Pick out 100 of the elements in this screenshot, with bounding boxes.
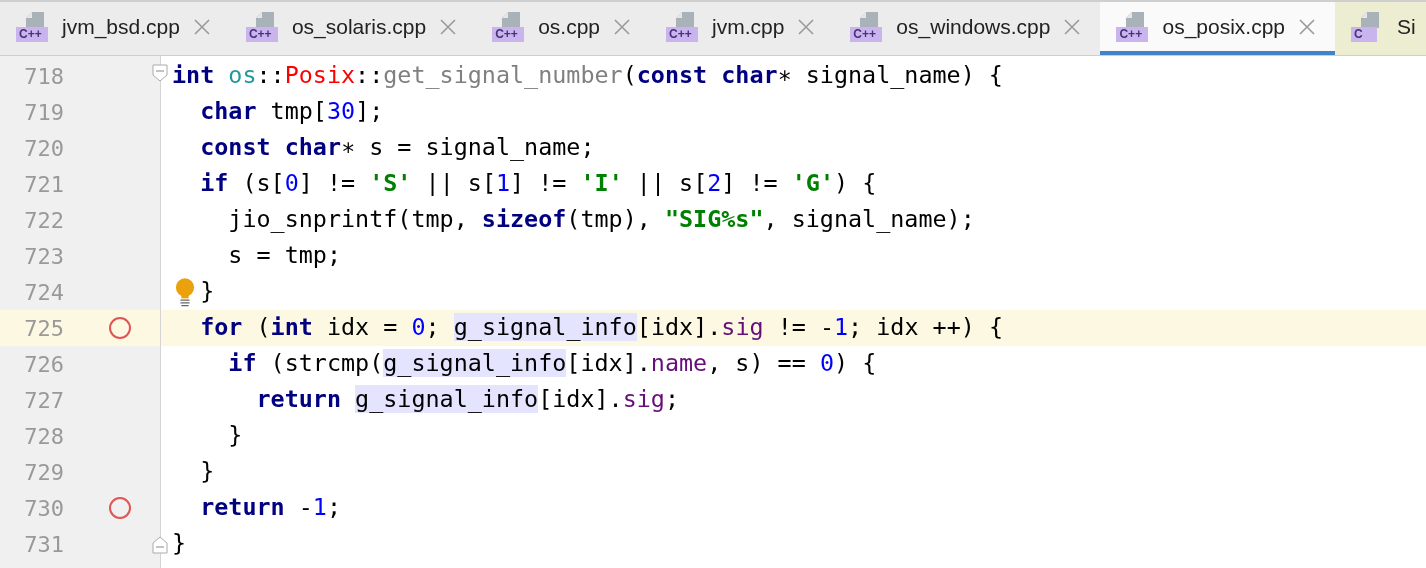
close-icon[interactable] [798, 18, 815, 35]
line-number: 729 [23, 458, 64, 487]
line-number: 725 [23, 314, 64, 343]
code-token: name [650, 349, 708, 378]
line-number: 731 [23, 530, 64, 559]
line-number: 726 [23, 350, 64, 379]
fold-icon[interactable] [152, 64, 168, 82]
code-token: return [256, 385, 342, 414]
code-token: ∗ s = signal_name; [341, 133, 595, 162]
code-token: sig [721, 313, 764, 342]
code-token: ; [326, 493, 342, 522]
line-number: 728 [23, 422, 64, 451]
code-token: - [298, 493, 313, 522]
code-token: jio_snprintf(tmp, [228, 205, 469, 234]
tab-title: os.cpp [538, 13, 600, 40]
code-token: ] != [298, 169, 357, 198]
code-token: tmp[ [270, 97, 327, 126]
code-token: ] != [721, 169, 779, 198]
code-token: (tmp), [566, 205, 652, 234]
code-token: ]; [355, 97, 384, 126]
lightbulb-icon[interactable] [175, 276, 195, 308]
code-token: 'S' [369, 169, 412, 198]
code-token: } [200, 457, 215, 486]
tab-title: os_windows.cpp [896, 13, 1051, 41]
code-token: g_signal_info [355, 385, 539, 414]
code-token: s = tmp; [228, 241, 341, 270]
line-number: 722 [23, 206, 64, 235]
code-token: 30 [326, 97, 356, 126]
code-token: if [228, 349, 257, 378]
code-token: || s[ [425, 169, 496, 198]
code-token: ; [664, 385, 679, 414]
close-icon[interactable] [193, 18, 210, 35]
tab-title: os_posix.cpp [1162, 13, 1286, 41]
code-token: if [200, 169, 229, 198]
code-token: ; [425, 313, 441, 342]
code-token: char [200, 97, 257, 126]
line-number: 721 [23, 170, 64, 199]
code-token: } [228, 421, 243, 450]
close-icon[interactable] [440, 18, 457, 35]
code-token: g_signal_info [383, 349, 567, 378]
editor-tab[interactable]: C Si [1335, 2, 1426, 55]
code-token: ] != [510, 169, 568, 198]
code-token: const char [636, 61, 778, 90]
line-number: 719 [23, 98, 64, 127]
code-token: 1 [312, 493, 327, 522]
code-token: sizeof [481, 205, 567, 234]
code-token: ; idx ++) { [848, 313, 1003, 342]
code-token: const char [200, 133, 341, 162]
code-token: 0 [819, 349, 834, 378]
code-token: idx = [326, 313, 399, 342]
code-token: , s) == [707, 349, 807, 378]
code-token: [idx]. [566, 349, 651, 378]
code-token: != - [777, 313, 834, 342]
code-token: sig [622, 385, 665, 414]
code-token: os [228, 61, 257, 90]
tab-title: jvm.cpp [712, 13, 785, 40]
tab-title: Si [1397, 13, 1416, 40]
code-token: } [172, 529, 187, 558]
line-number: 718 [23, 62, 64, 91]
close-icon[interactable] [614, 18, 630, 35]
code-token: 0 [284, 169, 299, 198]
editor-tab[interactable]: C++ os_posix.cpp [1100, 2, 1336, 55]
code-token: g_signal_info [453, 313, 637, 342]
code-token: (strcmp( [270, 349, 384, 378]
code-token: int [172, 61, 216, 90]
code-token: ∗ signal_name) { [777, 61, 1003, 90]
code-token: 'I' [580, 169, 623, 198]
code-token: int [270, 313, 313, 342]
tab-title: jvm_bsd.cpp [62, 13, 180, 41]
code-token: ) { [833, 349, 877, 378]
code-token: ) { [834, 169, 877, 198]
code-token: :: [355, 61, 384, 90]
line-number: 730 [23, 494, 64, 523]
code-token: [idx]. [636, 313, 722, 342]
breakpoint-icon[interactable] [108, 316, 132, 340]
code-token: return [200, 493, 285, 522]
line-number: 720 [23, 134, 64, 163]
code-token: 'G' [791, 169, 834, 198]
code-token: [idx]. [538, 385, 623, 414]
tab-title: os_solaris.cpp [291, 13, 427, 41]
line-number: 727 [23, 386, 64, 415]
code-token: ( [622, 61, 637, 90]
code-token: ( [256, 313, 271, 342]
code-token: || s[ [636, 169, 708, 198]
code-token: (s[ [242, 169, 285, 198]
code-token: for [200, 313, 243, 342]
code-token: "SIG%s" [664, 205, 764, 234]
code-token: :: [256, 61, 285, 90]
code-token: , signal_name); [763, 205, 975, 234]
line-number: 724 [23, 278, 64, 307]
breakpoint-icon[interactable] [108, 496, 132, 520]
code-token: Posix [284, 61, 356, 90]
line-number: 723 [23, 242, 64, 271]
code-token: } [200, 277, 215, 306]
code-token: get_signal_number [383, 61, 623, 90]
close-icon[interactable] [1064, 18, 1081, 35]
code-token: 1 [495, 169, 511, 198]
code-token: 1 [834, 313, 849, 342]
close-icon[interactable] [1299, 18, 1316, 35]
code-token: 0 [411, 313, 426, 342]
